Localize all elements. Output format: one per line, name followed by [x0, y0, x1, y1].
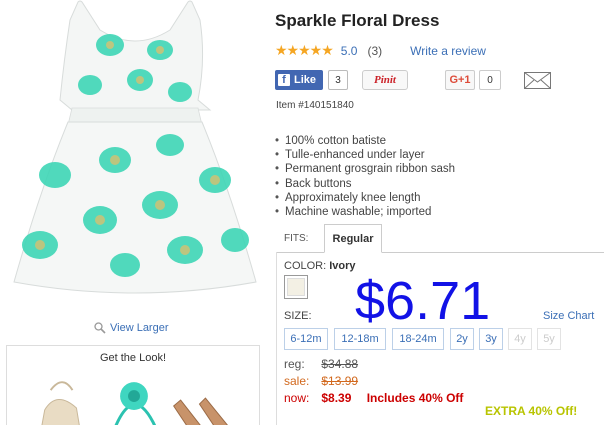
look-item-bag[interactable]	[41, 381, 81, 425]
regular-price: reg: $34.88	[284, 357, 358, 371]
product-image[interactable]	[10, 0, 260, 310]
extra-off-badge: EXTRA 40% Off!	[485, 404, 578, 418]
product-title: Sparkle Floral Dress	[275, 11, 440, 30]
feature-item: Permanent grosgrain ribbon sash	[275, 162, 455, 176]
email-icon[interactable]	[524, 72, 551, 89]
facebook-like-count: 3	[328, 70, 348, 90]
look-items	[41, 381, 232, 425]
google-plus-button[interactable]: G+1	[445, 70, 475, 90]
sale-price: sale: $13.99	[284, 374, 358, 388]
get-look-title: Get the Look!	[99, 352, 167, 364]
facebook-icon: f	[278, 74, 290, 86]
size-option-5y: 5y	[537, 328, 561, 350]
feature-item: 100% cotton batiste	[275, 134, 455, 148]
feature-item: Back buttons	[275, 177, 455, 191]
fits-label: FITS:	[284, 233, 309, 244]
feature-item: Machine washable; imported	[275, 205, 455, 219]
now-price-label: now:	[284, 391, 310, 405]
color-swatch-ivory[interactable]	[284, 275, 308, 299]
color-label-text: COLOR:	[284, 260, 327, 272]
color-value: Ivory	[329, 260, 356, 272]
google-plus-count: 0	[479, 70, 501, 90]
size-option-4y: 4y	[508, 328, 532, 350]
promo-text: Includes 40% Off	[366, 391, 464, 405]
view-larger-label: View Larger	[110, 322, 169, 334]
feature-item: Tulle-enhanced under layer	[275, 148, 455, 162]
feature-list: 100% cotton batiste Tulle-enhanced under…	[275, 134, 455, 219]
size-option-3y[interactable]: 3y	[479, 328, 503, 350]
rating-value[interactable]: 5.0	[341, 44, 358, 58]
size-option-18-24m[interactable]: 18-24m	[392, 328, 444, 350]
tab-regular[interactable]: Regular	[324, 224, 382, 253]
swatch-fill	[287, 278, 305, 296]
size-option-2y[interactable]: 2y	[450, 328, 474, 350]
sale-price-value: $13.99	[321, 374, 359, 388]
rating-row: ★★★★★ 5.0 (3) Write a review	[275, 42, 486, 59]
sale-price-label: sale:	[284, 374, 310, 388]
color-label: COLOR: Ivory	[284, 260, 356, 272]
pinterest-pinit-button[interactable]: Pinit	[362, 70, 408, 90]
facebook-like-button[interactable]: f Like	[275, 70, 323, 90]
feature-item: Approximately knee length	[275, 191, 455, 205]
review-count: (3)	[367, 43, 383, 58]
size-chart-link[interactable]: Size Chart	[543, 310, 594, 322]
regular-price-value: $34.88	[321, 357, 359, 371]
get-the-look-panel: Get the Look!	[6, 345, 260, 425]
now-price-value: $8.39	[321, 391, 352, 405]
facebook-like-label: Like	[294, 74, 317, 86]
look-item-flower-headband[interactable]	[114, 382, 157, 425]
size-option-12-18m[interactable]: 12-18m	[334, 328, 386, 350]
price-overlay: $6.71	[355, 271, 491, 331]
write-review-link[interactable]: Write a review	[410, 44, 486, 58]
size-label: SIZE:	[284, 310, 312, 322]
now-price: now: $8.39 Includes 40% Off	[284, 391, 463, 405]
magnifier-icon	[94, 322, 106, 334]
item-number: Item #140151840	[276, 100, 354, 111]
view-larger-link[interactable]: View Larger	[94, 322, 169, 334]
size-option-6-12m[interactable]: 6-12m	[284, 328, 328, 350]
rating-stars-icon: ★★★★★	[275, 42, 334, 58]
look-item-sandals[interactable]	[173, 397, 232, 425]
regular-price-label: reg:	[284, 357, 305, 371]
